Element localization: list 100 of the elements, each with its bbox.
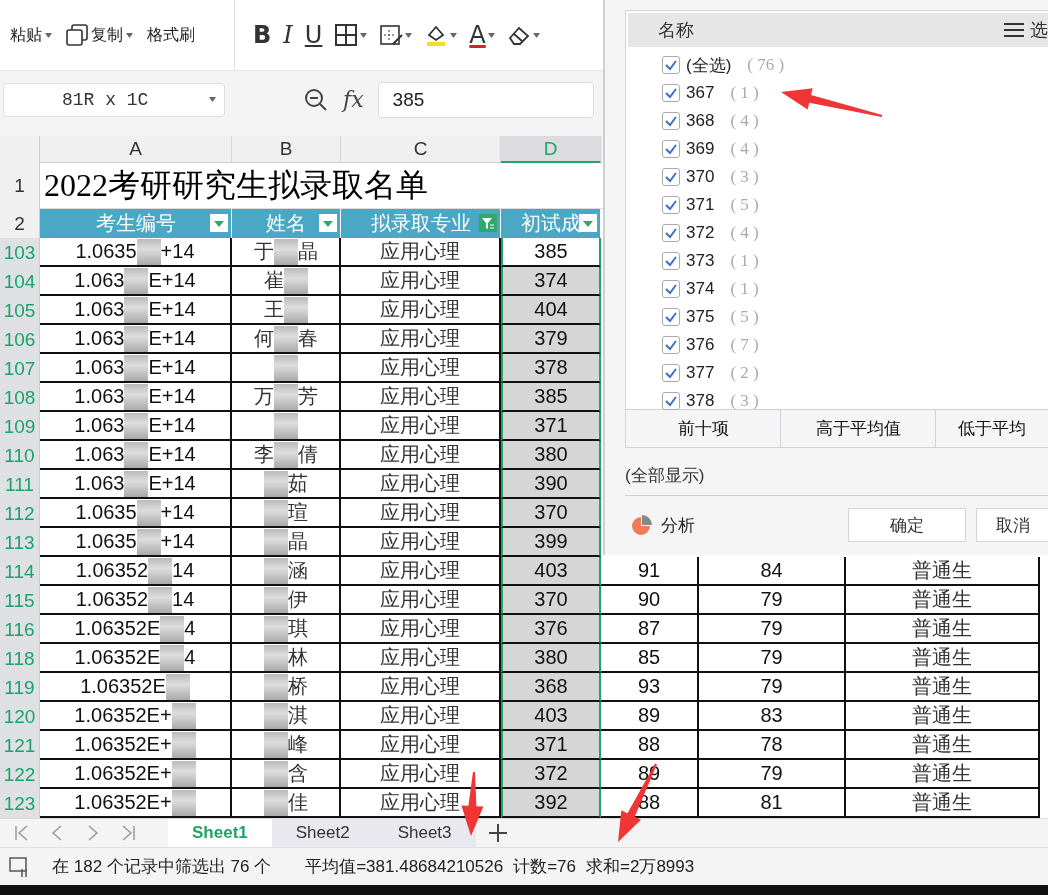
filter-summary: (全部显示) bbox=[625, 464, 1048, 496]
name-cell-text: 涵 bbox=[287, 558, 308, 583]
row-number: 111 bbox=[0, 470, 40, 499]
filter-button[interactable] bbox=[579, 214, 597, 232]
table-cell: 85 bbox=[601, 644, 699, 673]
table-cell[interactable]: 390 bbox=[501, 470, 601, 499]
table-cell: 83 bbox=[699, 702, 846, 731]
table-cell[interactable]: 392 bbox=[501, 789, 601, 818]
table-cell: 93 bbox=[601, 673, 699, 702]
table-cell: 应用心理 bbox=[341, 644, 501, 673]
confirm-button[interactable]: 确定 bbox=[848, 508, 966, 542]
paste-button[interactable]: 粘贴 bbox=[10, 24, 52, 46]
underline-button[interactable]: U bbox=[304, 21, 323, 49]
filter-button[interactable] bbox=[210, 214, 228, 232]
table-cell[interactable]: 374 bbox=[501, 267, 601, 296]
options-button[interactable]: 选 bbox=[1004, 18, 1048, 42]
copy-button[interactable]: 复制 bbox=[66, 24, 133, 46]
checkbox[interactable] bbox=[662, 112, 680, 130]
table-cell[interactable]: 403 bbox=[501, 702, 601, 731]
brush-button[interactable]: 格式刷 bbox=[147, 24, 195, 46]
sheet-tab[interactable]: Sheet3 bbox=[373, 819, 476, 847]
formula-field[interactable]: 385 bbox=[377, 81, 594, 118]
filter-button[interactable] bbox=[319, 214, 337, 232]
id-cell-text: +14 bbox=[160, 240, 195, 263]
italic-button[interactable]: I bbox=[283, 21, 293, 49]
font-color-button[interactable]: A bbox=[469, 21, 495, 49]
bold-button[interactable]: B bbox=[253, 21, 272, 49]
zoom-out-icon[interactable] bbox=[303, 86, 329, 113]
table-cell: 79 bbox=[699, 586, 846, 615]
checkbox[interactable] bbox=[662, 140, 680, 158]
table-cell: 应用心理 bbox=[341, 354, 501, 383]
sheet-tab[interactable]: Sheet2 bbox=[271, 819, 374, 847]
id-cell-text: 1.063 bbox=[74, 414, 125, 437]
borders-button[interactable] bbox=[334, 23, 368, 47]
redaction-mark bbox=[263, 499, 288, 526]
name-cell-text: 伊 bbox=[287, 587, 308, 612]
row-number: 107 bbox=[0, 354, 40, 383]
row-number: 106 bbox=[0, 325, 40, 354]
table-cell[interactable]: 370 bbox=[501, 586, 601, 615]
id-cell-text: 1.063 bbox=[74, 443, 125, 466]
name-cell-text: 李 bbox=[253, 442, 274, 467]
table-cell[interactable]: 370 bbox=[501, 499, 601, 528]
table-cell: 应用心理 bbox=[341, 499, 501, 528]
checkbox[interactable] bbox=[662, 168, 680, 186]
table-cell[interactable]: 379 bbox=[501, 325, 601, 354]
checkbox[interactable] bbox=[662, 84, 680, 102]
filter-button[interactable] bbox=[479, 214, 497, 232]
row-number: 103 bbox=[0, 238, 40, 267]
checkbox[interactable] bbox=[662, 280, 680, 298]
cell-style-button[interactable] bbox=[379, 23, 413, 47]
checkbox[interactable] bbox=[662, 56, 680, 74]
row-number: 114 bbox=[0, 557, 40, 586]
checkbox[interactable] bbox=[662, 224, 680, 242]
column-header[interactable]: B bbox=[232, 136, 341, 163]
checkbox[interactable] bbox=[662, 364, 680, 382]
table-cell: 应用心理 bbox=[341, 731, 501, 760]
next-sheet-button[interactable] bbox=[86, 824, 100, 842]
table-cell[interactable]: 372 bbox=[501, 760, 601, 789]
table-cell[interactable]: 378 bbox=[501, 354, 601, 383]
table-cell[interactable]: 385 bbox=[501, 383, 601, 412]
id-cell-text: 4 bbox=[184, 646, 196, 669]
name-box[interactable]: 81R x 1C bbox=[3, 82, 225, 117]
previous-sheet-button[interactable] bbox=[50, 824, 64, 842]
column-header[interactable]: A bbox=[40, 136, 232, 163]
table-cell[interactable]: 376 bbox=[501, 615, 601, 644]
function-label[interactable]: fx bbox=[343, 87, 364, 112]
add-sheet-button[interactable] bbox=[487, 823, 508, 843]
id-cell-text: E+14 bbox=[148, 385, 196, 408]
table-cell[interactable]: 371 bbox=[501, 731, 601, 760]
table-cell[interactable]: 371 bbox=[501, 412, 601, 441]
name-cell-text: 林 bbox=[287, 645, 308, 670]
table-cell[interactable]: 403 bbox=[501, 557, 601, 586]
checkbox[interactable] bbox=[662, 336, 680, 354]
redaction-mark bbox=[263, 557, 288, 584]
average-status: 平均值=381.48684210526 bbox=[305, 856, 504, 878]
name-cell-text: 淇 bbox=[287, 703, 308, 728]
checkbox[interactable] bbox=[662, 196, 680, 214]
cancel-button[interactable]: 取消 bbox=[976, 508, 1048, 542]
id-cell-text: 1.063 bbox=[74, 472, 125, 495]
table-cell[interactable]: 380 bbox=[501, 644, 601, 673]
redaction-mark bbox=[136, 528, 161, 555]
id-cell-text: 14 bbox=[172, 588, 195, 611]
name-cell-text: 峰 bbox=[287, 732, 308, 757]
table-cell: 应用心理 bbox=[341, 557, 501, 586]
redaction-mark bbox=[124, 412, 149, 439]
analysis-button[interactable]: 分析 bbox=[625, 513, 695, 537]
last-sheet-button[interactable] bbox=[122, 824, 136, 842]
table-cell[interactable]: 368 bbox=[501, 673, 601, 702]
table-cell[interactable]: 380 bbox=[501, 441, 601, 470]
table-cell[interactable]: 399 bbox=[501, 528, 601, 557]
table-cell[interactable]: 385 bbox=[501, 238, 601, 267]
id-cell-text: 1.06352E+ bbox=[74, 762, 172, 785]
id-cell-text: 1.0635 bbox=[75, 501, 137, 524]
checkbox[interactable] bbox=[662, 252, 680, 270]
checkbox[interactable] bbox=[662, 392, 680, 410]
checkbox[interactable] bbox=[662, 308, 680, 326]
id-cell-text: 1.06352E bbox=[74, 646, 161, 669]
fill-button[interactable] bbox=[424, 23, 458, 47]
first-sheet-button[interactable] bbox=[14, 824, 28, 842]
table-cell[interactable]: 404 bbox=[501, 296, 601, 325]
